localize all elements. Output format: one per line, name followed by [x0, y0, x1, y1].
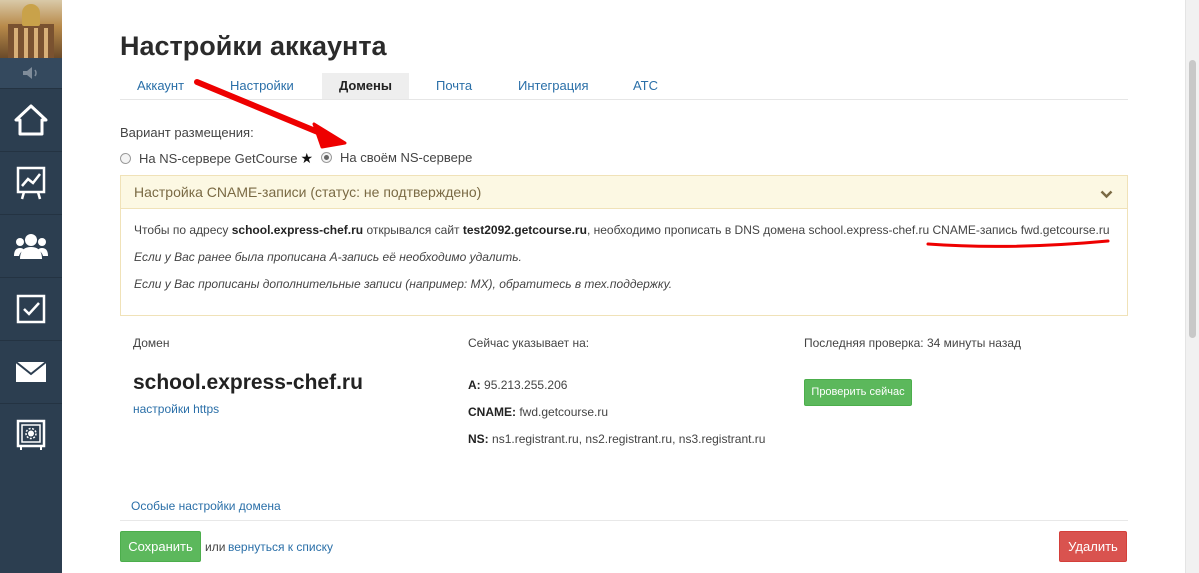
or-text: или: [205, 540, 226, 554]
radio-label: На своём NS-сервере: [340, 150, 473, 165]
a-value: 95.213.255.206: [484, 378, 568, 392]
note-text: Если у Вас прописаны дополнительные запи…: [134, 277, 673, 291]
cname-panel: Настройка CNAME-записи (статус: не подтв…: [120, 175, 1128, 316]
chart-icon: [16, 166, 46, 200]
mail-icon: [15, 361, 47, 382]
delete-button[interactable]: Удалить: [1059, 531, 1127, 562]
text-part: Чтобы по адресу: [134, 223, 232, 237]
tab-mail[interactable]: Почта: [419, 73, 489, 99]
page-scrollbar[interactable]: [1185, 0, 1199, 573]
tab-domains[interactable]: Домены: [322, 73, 409, 99]
radio-button[interactable]: [120, 153, 131, 164]
text-part: открывался сайт: [363, 223, 463, 237]
account-avatar[interactable]: [0, 0, 62, 58]
last-check-label: Последняя проверка: 34 минуты назад: [804, 336, 1022, 350]
placement-label: Вариант размещения:: [120, 125, 254, 140]
page-title: Настройки аккаунта: [120, 31, 387, 61]
dns-ns-record: NS: ns1.registrant.ru, ns2.registrant.ru…: [468, 432, 765, 446]
https-settings-link[interactable]: настройки https: [133, 402, 219, 416]
a-label: A:: [468, 378, 481, 392]
cname-panel-title: Настройка CNAME-записи (статус: не подтв…: [134, 184, 482, 200]
sidebar-item-mail[interactable]: [0, 340, 62, 403]
divider: [120, 520, 1128, 521]
tab-account[interactable]: Аккаунт: [120, 73, 201, 99]
cname-note-a-record: Если у Вас ранее была прописана A-запись…: [134, 250, 522, 264]
site-bold: test2092.getcourse.ru: [462, 223, 587, 237]
dns-a-record: A: 95.213.255.206: [468, 378, 567, 392]
back-to-list-link[interactable]: вернуться к списку: [228, 540, 333, 554]
sidebar-item-stats[interactable]: [0, 151, 62, 214]
radio-label: На NS-сервере GetCourse: [139, 151, 298, 166]
scrollbar-thumb[interactable]: [1189, 60, 1196, 338]
radio-own-ns[interactable]: На своём NS-сервере: [321, 150, 472, 165]
sidebar: [0, 0, 62, 573]
special-domain-settings-link[interactable]: Особые настройки домена: [131, 499, 281, 513]
ns-value: ns1.registrant.ru, ns2.registrant.ru, ns…: [492, 432, 766, 446]
tasks-icon: [16, 294, 46, 324]
cname-panel-body: Чтобы по адресу school.express-chef.ru о…: [121, 209, 1127, 315]
chevron-down-icon[interactable]: [1100, 186, 1113, 204]
cname-instruction: Чтобы по адресу school.express-chef.ru о…: [134, 223, 1110, 237]
domain-bold: school.express-chef.ru: [231, 223, 364, 237]
domain-name: school.express-chef.ru: [133, 371, 363, 394]
tabs-bar: Аккаунт Настройки Домены Почта Интеграци…: [120, 73, 1128, 100]
star-icon: ★: [300, 150, 314, 166]
users-icon: [14, 234, 48, 259]
radio-getcourse-ns[interactable]: На NS-сервере GetCourse ★: [120, 150, 313, 167]
save-button[interactable]: Сохранить: [120, 531, 201, 562]
sidebar-item-home[interactable]: [0, 88, 62, 151]
check-now-button[interactable]: Проверить сейчас: [804, 379, 912, 406]
cname-panel-header[interactable]: Настройка CNAME-записи (статус: не подтв…: [121, 176, 1127, 209]
tab-ats[interactable]: АТС: [616, 73, 675, 99]
settings-safe-icon: [16, 419, 46, 450]
note-text: Если у Вас ранее была прописана A-запись…: [134, 250, 522, 264]
cname-label: CNAME:: [468, 405, 516, 419]
dns-cname-record: CNAME: fwd.getcourse.ru: [468, 405, 608, 419]
tab-settings[interactable]: Настройки: [213, 73, 311, 99]
sidebar-item-users[interactable]: [0, 214, 62, 277]
sound-icon[interactable]: [0, 58, 62, 88]
sidebar-item-settings[interactable]: [0, 403, 62, 466]
home-icon: [14, 104, 48, 136]
text-part: , необходимо прописать в DNS домена scho…: [586, 223, 1110, 237]
ns-label: NS:: [468, 432, 489, 446]
points-to-label: Сейчас указывает на:: [468, 336, 590, 350]
tab-integration[interactable]: Интеграция: [501, 73, 606, 99]
sidebar-item-tasks[interactable]: [0, 277, 62, 340]
cname-value: fwd.getcourse.ru: [519, 405, 609, 419]
radio-button-checked[interactable]: [321, 152, 332, 163]
cname-note-support: Если у Вас прописаны дополнительные запи…: [134, 277, 672, 291]
domain-column-label: Домен: [133, 336, 170, 350]
